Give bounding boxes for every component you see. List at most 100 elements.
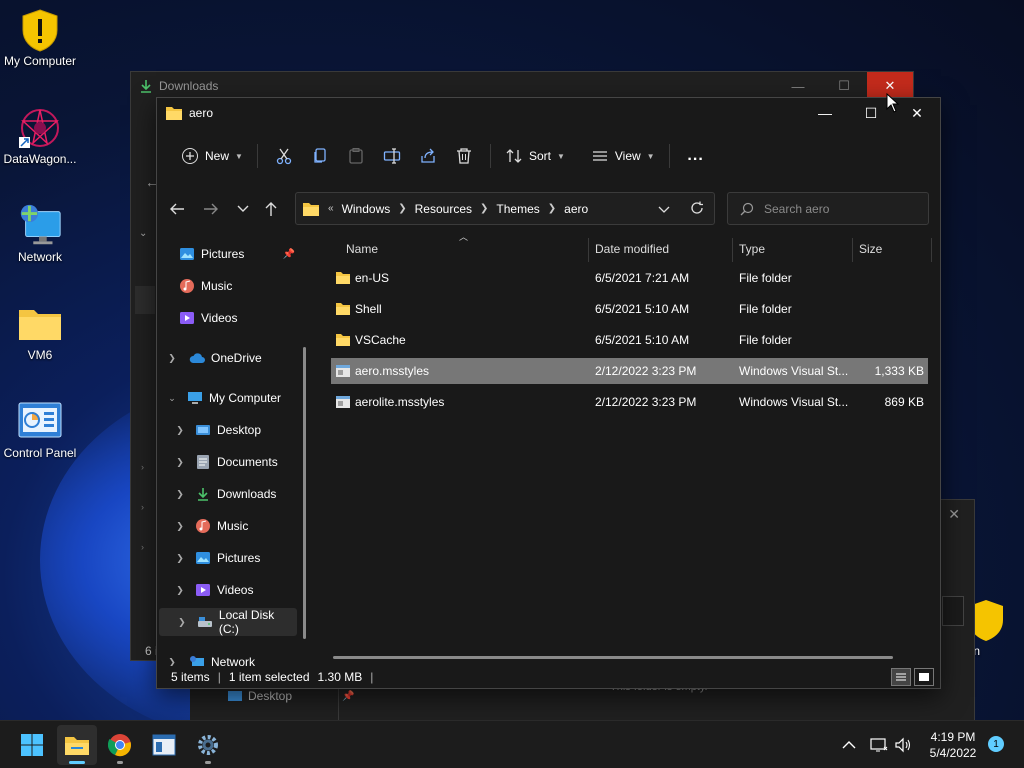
- nav-item-desktop[interactable]: Desktop 📌: [228, 689, 354, 703]
- breadcrumb-aero[interactable]: aero: [564, 202, 588, 216]
- chevron-down-icon[interactable]: ⌄: [165, 393, 179, 404]
- nav-item-my-computer[interactable]: ⌄ My Computer: [157, 384, 295, 412]
- nav-item-desktop[interactable]: ❯ Desktop: [157, 416, 295, 444]
- nav-item-pictures-2[interactable]: ❯ Pictures: [157, 544, 295, 572]
- new-button[interactable]: New ▼: [175, 140, 249, 172]
- desktop-icon-vm6[interactable]: VM6: [0, 302, 80, 362]
- start-button[interactable]: [12, 725, 52, 765]
- breadcrumb-resources[interactable]: Resources: [415, 202, 472, 216]
- nav-item-videos[interactable]: Videos: [157, 304, 295, 332]
- chevron-right-icon[interactable]: ❯: [165, 657, 179, 667]
- notification-badge[interactable]: 1: [988, 736, 1004, 752]
- chevron-down-icon: ▼: [646, 151, 655, 161]
- copy-button[interactable]: [302, 140, 338, 172]
- nav-item-onedrive[interactable]: ❯ OneDrive: [157, 344, 295, 372]
- folder-icon: [336, 334, 350, 346]
- taskbar-chrome[interactable]: [100, 725, 140, 765]
- column-header-size[interactable]: Size: [859, 234, 882, 264]
- close-icon[interactable]: ✕: [948, 506, 960, 523]
- search-input[interactable]: [764, 201, 914, 216]
- column-divider[interactable]: [732, 238, 733, 262]
- chevron-down-icon[interactable]: ⌄: [139, 228, 147, 239]
- show-hidden-icons-button[interactable]: [842, 721, 856, 768]
- desktop-icon: [195, 422, 211, 438]
- desktop-icon-my-computer[interactable]: My Computer: [0, 8, 80, 68]
- folder-icon: [336, 272, 350, 284]
- column-header-type[interactable]: Type: [739, 234, 765, 264]
- chevron-right-icon[interactable]: ❯: [173, 425, 187, 436]
- nav-item-music-2[interactable]: ❯ Music: [157, 512, 295, 540]
- details-view-button[interactable]: [891, 668, 911, 686]
- refresh-button[interactable]: [690, 201, 704, 218]
- desktop-icon-control-panel[interactable]: Control Panel: [0, 400, 80, 460]
- taskbar-settings[interactable]: [188, 725, 228, 765]
- sort-button[interactable]: Sort ▼: [499, 140, 571, 172]
- nav-item-documents[interactable]: ❯ Documents: [157, 448, 295, 476]
- selection-count: 1 item selected: [228, 670, 310, 684]
- chevron-right-icon[interactable]: ❯: [175, 617, 189, 628]
- address-history-dropdown[interactable]: [658, 203, 670, 217]
- back-button[interactable]: [163, 192, 191, 226]
- more-options-button[interactable]: ...: [678, 140, 714, 172]
- nav-item-music[interactable]: Music: [157, 272, 295, 300]
- column-header-date[interactable]: Date modified: [595, 234, 669, 264]
- folder-icon: [16, 302, 64, 346]
- chevron-right-icon[interactable]: ❯: [548, 203, 556, 214]
- network-monitor-icon: [16, 204, 64, 248]
- column-divider[interactable]: [852, 238, 853, 262]
- chevron-right-icon[interactable]: ❯: [173, 457, 187, 468]
- file-row[interactable]: Shell 6/5/2021 5:10 AM File folder: [331, 296, 928, 322]
- recent-locations-button[interactable]: [229, 192, 257, 226]
- nav-item-pictures[interactable]: Pictures 📌: [157, 240, 295, 268]
- drive-icon: [197, 614, 213, 630]
- nav-item-local-disk[interactable]: ❯ Local Disk (C:): [159, 608, 297, 636]
- tiles-view-button[interactable]: [914, 668, 934, 686]
- maximize-button[interactable]: ☐: [821, 72, 867, 100]
- rename-button[interactable]: [374, 140, 410, 172]
- horizontal-scrollbar[interactable]: [333, 656, 893, 659]
- nav-item-videos-2[interactable]: ❯ Videos: [157, 576, 295, 604]
- desktop-icon-datawagon[interactable]: DataWagon...: [0, 106, 80, 166]
- volume-button[interactable]: [894, 721, 912, 768]
- chevron-right-icon[interactable]: ❯: [173, 553, 187, 564]
- network-status-button[interactable]: [870, 721, 888, 768]
- minimize-button[interactable]: —: [802, 98, 848, 128]
- column-header-name[interactable]: Name: [346, 234, 378, 264]
- chevron-right-icon[interactable]: ❯: [165, 353, 179, 364]
- breadcrumb-themes[interactable]: Themes: [496, 202, 539, 216]
- taskbar-file-explorer[interactable]: [57, 725, 97, 765]
- chevron-right-icon[interactable]: ❯: [398, 203, 406, 214]
- navigation-row: « Windows ❯ Resources ❯ Themes ❯ aero: [157, 192, 940, 226]
- file-row-selected[interactable]: aero.msstyles 2/12/2022 3:23 PM Windows …: [331, 358, 928, 384]
- chevron-right-icon[interactable]: ❯: [480, 203, 488, 214]
- file-row[interactable]: aerolite.msstyles 2/12/2022 3:23 PM Wind…: [331, 389, 928, 415]
- breadcrumb-windows[interactable]: Windows: [342, 202, 391, 216]
- column-divider[interactable]: [588, 238, 589, 262]
- desktop-icon-network[interactable]: Network: [0, 204, 80, 264]
- chevron-right-icon[interactable]: ❯: [173, 585, 187, 596]
- view-button[interactable]: View ▼: [585, 140, 661, 172]
- nav-item-network[interactable]: ❯ Network: [157, 648, 295, 666]
- downloads-window-lower: Desktop 📌 This folder is empty.: [190, 681, 945, 720]
- file-row[interactable]: en-US 6/5/2021 7:21 AM File folder: [331, 265, 928, 291]
- taskbar-app-window[interactable]: [144, 725, 184, 765]
- up-button[interactable]: [257, 192, 285, 226]
- nav-item-downloads[interactable]: ❯ Downloads: [157, 480, 295, 508]
- overflow-icon[interactable]: «: [328, 203, 334, 214]
- minimize-button[interactable]: —: [775, 72, 821, 100]
- paste-button[interactable]: [338, 140, 374, 172]
- chevron-right-icon[interactable]: ❯: [173, 489, 187, 500]
- folder-icon: [65, 737, 89, 755]
- clock[interactable]: 4:19 PM 5/4/2022: [918, 729, 988, 761]
- search-box[interactable]: [727, 192, 929, 225]
- share-button[interactable]: [410, 140, 446, 172]
- chevron-right-icon[interactable]: ❯: [173, 521, 187, 532]
- forward-button[interactable]: [197, 192, 225, 226]
- close-button[interactable]: ✕: [894, 98, 940, 128]
- file-row[interactable]: VSCache 6/5/2021 5:10 AM File folder: [331, 327, 928, 353]
- navigation-scrollbar[interactable]: [303, 347, 306, 639]
- delete-button[interactable]: [446, 140, 482, 172]
- address-bar[interactable]: « Windows ❯ Resources ❯ Themes ❯ aero: [295, 192, 715, 225]
- column-divider[interactable]: [931, 238, 932, 262]
- cut-button[interactable]: [266, 140, 302, 172]
